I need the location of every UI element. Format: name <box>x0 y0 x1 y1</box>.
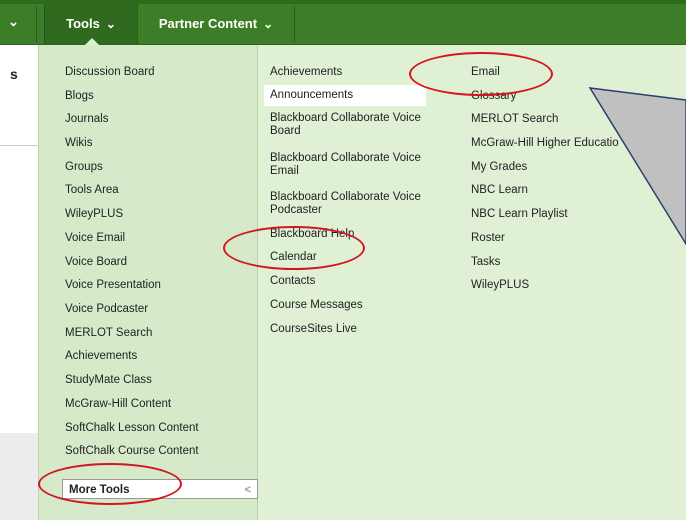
menu-item-discussion-board[interactable]: Discussion Board <box>65 66 154 79</box>
annotation-circle-more-tools <box>38 463 182 505</box>
menu-item-studymate-class[interactable]: StudyMate Class <box>65 374 152 387</box>
menu-item-wikis[interactable]: Wikis <box>65 137 92 150</box>
menu-item-blogs[interactable]: Blogs <box>65 90 94 103</box>
chevron-down-icon: ⌄ <box>105 17 116 31</box>
tools-menu-column-main: Discussion Board Blogs Journals Wikis Gr… <box>39 45 258 520</box>
annotation-circle-calendar <box>223 226 365 270</box>
menu-item-achievements-2[interactable]: Achievements <box>270 66 342 79</box>
menu-item-voice-email[interactable]: Voice Email <box>65 232 125 245</box>
menu-item-coursesites-live[interactable]: CourseSites Live <box>270 323 357 336</box>
page-heading-fragment: s <box>10 66 18 82</box>
page-content-edge: s <box>0 45 38 520</box>
menu-item-merlot-search[interactable]: MERLOT Search <box>65 327 152 340</box>
menu-item-course-messages[interactable]: Course Messages <box>270 299 363 312</box>
menu-item-wileyplus-2[interactable]: WileyPLUS <box>471 279 529 292</box>
menu-item-voice-board[interactable]: Voice Board <box>65 256 127 269</box>
menu-item-achievements[interactable]: Achievements <box>65 350 137 363</box>
menu-item-groups[interactable]: Groups <box>65 161 103 174</box>
menu-item-nbc-learn[interactable]: NBC Learn <box>471 184 528 197</box>
nav-divider <box>294 6 295 42</box>
menu-item-announcements[interactable]: Announcements <box>264 85 426 106</box>
menu-item-softchalk-course-content[interactable]: SoftChalk Course Content <box>65 445 199 458</box>
menu-item-tasks[interactable]: Tasks <box>471 256 500 269</box>
menu-item-tools-area[interactable]: Tools Area <box>65 184 119 197</box>
menu-item-collaborate-voice-podcaster[interactable]: Blackboard Collaborate Voice Podcaster <box>270 191 445 217</box>
menu-item-roster[interactable]: Roster <box>471 232 505 245</box>
menu-item-wileyplus[interactable]: WileyPLUS <box>65 208 123 221</box>
menu-item-merlot-search-2[interactable]: MERLOT Search <box>471 113 558 126</box>
tab-tools[interactable]: Tools ⌄ <box>44 4 138 45</box>
menu-item-voice-presentation[interactable]: Voice Presentation <box>65 279 161 292</box>
menu-item-softchalk-lesson-content[interactable]: SoftChalk Lesson Content <box>65 422 199 435</box>
menu-item-nbc-learn-playlist[interactable]: NBC Learn Playlist <box>471 208 568 221</box>
divider <box>0 145 38 146</box>
nav-divider <box>36 6 37 42</box>
tab-tools-label: Tools <box>66 16 100 31</box>
menu-item-my-grades[interactable]: My Grades <box>471 161 527 174</box>
menu-item-collaborate-voice-email[interactable]: Blackboard Collaborate Voice Email <box>270 152 445 178</box>
menu-item-contacts[interactable]: Contacts <box>270 275 315 288</box>
menu-item-collaborate-voice-board[interactable]: Blackboard Collaborate Voice Board <box>270 112 445 138</box>
callout-triangle <box>588 87 686 246</box>
chevron-down-icon: ⌄ <box>263 17 274 31</box>
top-nav-bar: ⌄ Tools ⌄ Partner Content ⌄ <box>0 0 686 45</box>
nav-divider <box>137 6 138 42</box>
menu-item-mcgraw-hill-content[interactable]: McGraw-Hill Content <box>65 398 171 411</box>
tab-partner-content-label: Partner Content <box>158 16 258 31</box>
annotation-circle-email <box>409 52 553 96</box>
tab-partner-content[interactable]: Partner Content ⌄ <box>140 4 292 44</box>
chevron-left-icon: < <box>244 484 251 496</box>
menu-item-voice-podcaster[interactable]: Voice Podcaster <box>65 303 148 316</box>
chevron-down-icon[interactable]: ⌄ <box>8 14 19 30</box>
page-footer-area <box>0 433 38 520</box>
menu-item-journals[interactable]: Journals <box>65 113 108 126</box>
